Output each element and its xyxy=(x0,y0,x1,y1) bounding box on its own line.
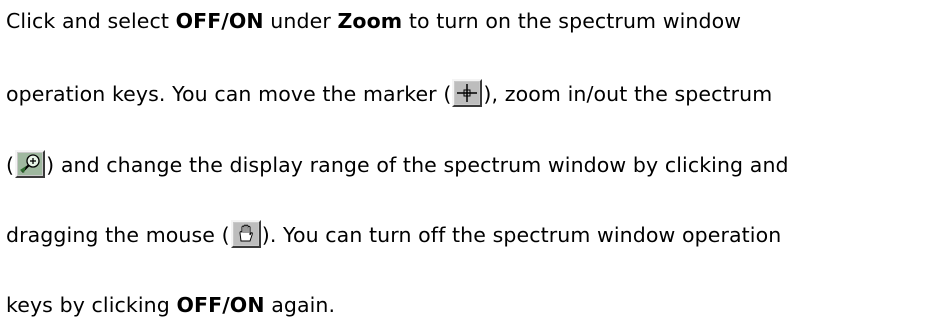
line1-text-post: to turn on the spectrum window xyxy=(402,9,742,33)
crosshair-marker-icon xyxy=(452,79,483,107)
offon-keyword-2: OFF/ON xyxy=(176,293,265,317)
line5-text-post: again. xyxy=(264,293,336,317)
line2-text-post: ), zoom in/out the spectrum xyxy=(483,82,773,106)
line2-text-pre: operation keys. You can move the marker … xyxy=(6,82,452,106)
line4-text-post: ). You can turn off the spectrum window … xyxy=(261,223,782,247)
line1-text-pre: Click and select xyxy=(6,9,176,33)
paragraph-line-5: keys by clicking OFF/ON again. xyxy=(6,290,335,320)
line4-text-pre: dragging the mouse ( xyxy=(6,223,230,247)
zoom-keyword: Zoom xyxy=(337,9,403,33)
paragraph-line-3: ( ) and change the display range of the … xyxy=(6,150,789,180)
line1-text-mid: under xyxy=(263,9,338,33)
offon-keyword: OFF/ON xyxy=(175,9,264,33)
line5-text-pre: keys by clicking xyxy=(6,293,177,317)
hand-drag-icon xyxy=(230,220,261,248)
paragraph-line-2: operation keys. You can move the marker … xyxy=(6,79,772,109)
line3-text-post: ) and change the display range of the sp… xyxy=(46,153,789,177)
paragraph-line-1: Click and select OFF/ON under Zoom to tu… xyxy=(6,6,741,36)
line3-text-pre: ( xyxy=(6,153,15,177)
paragraph-line-4: dragging the mouse ( ). You can turn off… xyxy=(6,220,781,250)
zoom-magnifier-icon xyxy=(15,150,46,178)
